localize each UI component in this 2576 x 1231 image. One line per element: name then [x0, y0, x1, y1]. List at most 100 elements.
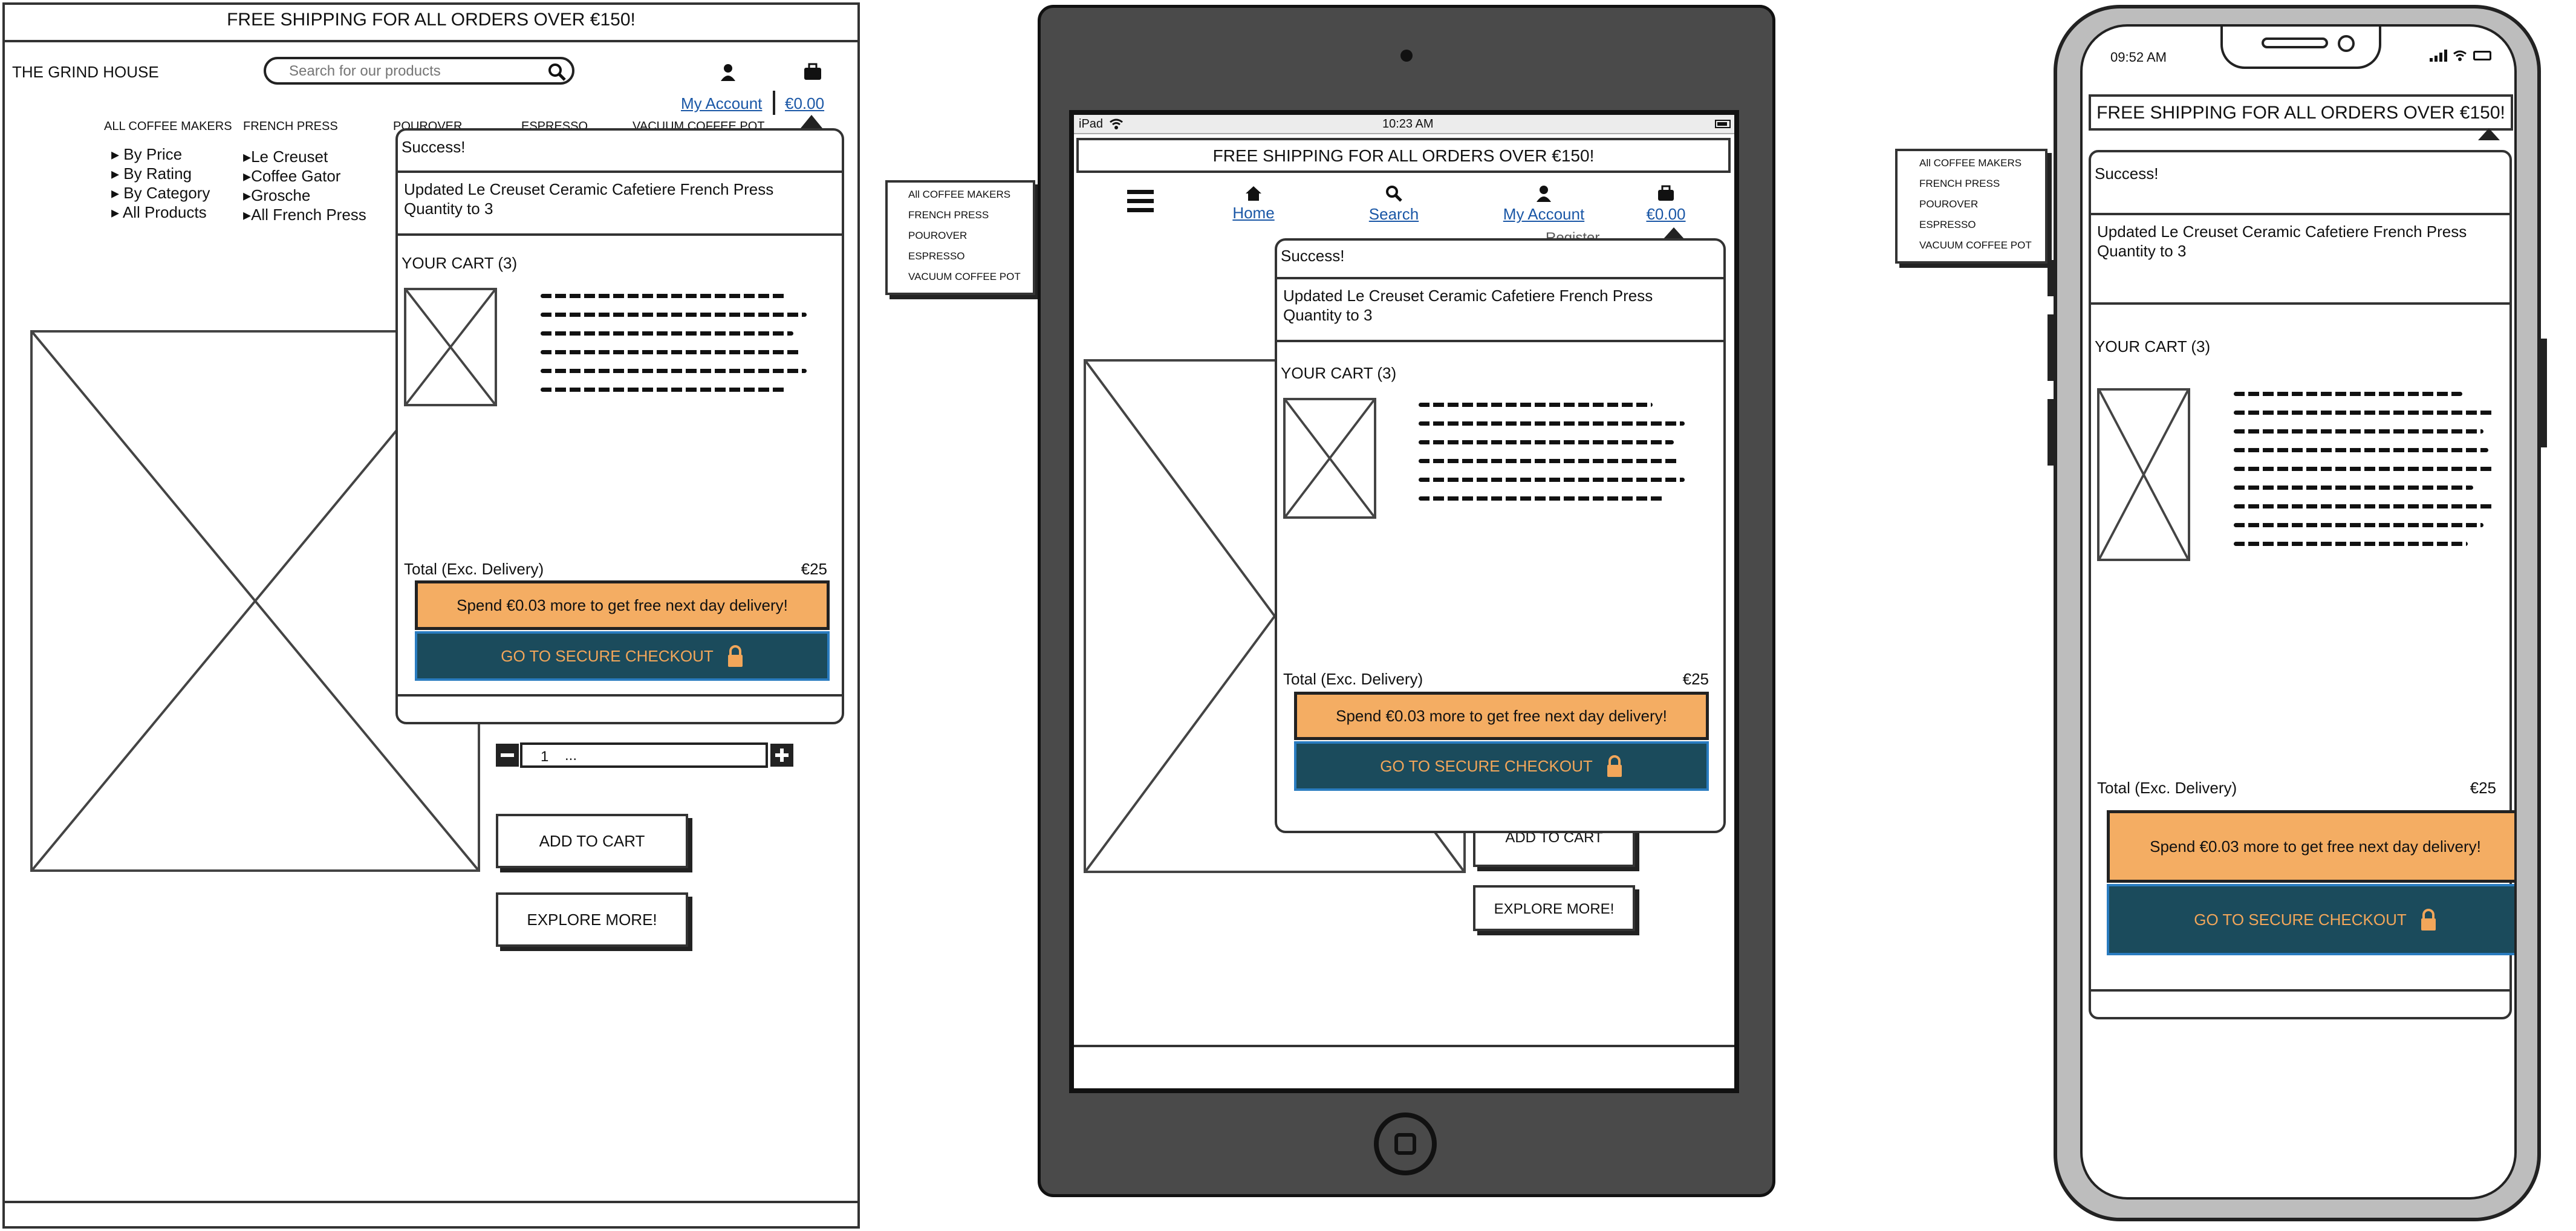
tablet-popup-success: Success! [1281, 247, 1345, 265]
phone-shipping-text: FREE SHIPPING FOR ALL ORDERS OVER €150! [2096, 103, 2505, 123]
tablet-cart-caret-icon [1663, 227, 1685, 239]
phone-side-button [2047, 260, 2055, 296]
popup-update-line2: Quantity to 3 [404, 200, 493, 218]
tablet-nav-cart-label: €0.00 [1646, 205, 1686, 223]
submenu-by-price[interactable]: ▸ By Price [111, 145, 182, 164]
dropdown-item-vacuum[interactable]: VACUUM COFFEE POT [908, 271, 1021, 283]
search-bar[interactable] [264, 57, 574, 85]
phone-popup-total-label: Total (Exc. Delivery) [2097, 779, 2237, 797]
phone-dropdown-item-espresso[interactable]: ESPRESSO [1919, 219, 1976, 231]
phone-coffee-makers-dropdown: All COFFEE MAKERS FRENCH PRESS POUROVER … [1895, 149, 2047, 264]
tablet-camera-icon [1400, 50, 1413, 62]
battery-icon [1715, 120, 1731, 128]
phone-popup-success: Success! [2095, 164, 2159, 183]
tablet-screen: iPad 10:23 AM FREE SHIPPING FOR ALL ORDE… [1069, 110, 1739, 1093]
tablet-nav-cart[interactable]: €0.00 [1639, 185, 1693, 224]
secure-checkout-label: GO TO SECURE CHECKOUT [501, 646, 714, 665]
explore-more-button[interactable]: EXPLORE MORE! [496, 892, 688, 947]
submenu-le-creuset[interactable]: ▸Le Creuset [243, 148, 328, 166]
popup-update-message: Updated Le Creuset Ceramic Cafetiere Fre… [395, 171, 844, 236]
nav-french-press[interactable]: FRENCH PRESS [243, 120, 338, 134]
phone-cart-caret-icon [2478, 128, 2500, 140]
phone-secure-checkout-button[interactable]: GO TO SECURE CHECKOUT [2107, 884, 2514, 955]
search-icon[interactable] [548, 63, 566, 81]
wifi-icon [1109, 119, 1124, 129]
submenu-coffee-gator[interactable]: ▸Coffee Gator [243, 167, 340, 186]
phone-free-delivery-text: Spend €0.03 more to get free next day de… [2150, 837, 2481, 856]
phone-notch [2220, 27, 2381, 69]
phone-dropdown-item-pourover[interactable]: POUROVER [1919, 198, 1978, 210]
quantity-stepper[interactable]: 1 ... [496, 741, 796, 769]
nav-all-coffee-makers[interactable]: ALL COFFEE MAKERS [104, 120, 232, 134]
tablet-status-bar: iPad 10:23 AM [1074, 115, 1734, 134]
tablet-shipping-text: FREE SHIPPING FOR ALL ORDERS OVER €150! [1212, 146, 1595, 165]
tablet-explore-more-button[interactable]: EXPLORE MORE! [1473, 885, 1635, 931]
site-logo[interactable]: THE GRIND HOUSE [12, 63, 159, 82]
user-icon[interactable] [720, 63, 737, 81]
submenu-grosche[interactable]: ▸Grosche [243, 186, 310, 205]
phone-dropdown-item-french-press[interactable]: FRENCH PRESS [1919, 178, 2000, 190]
phone-side-button-3 [2047, 399, 2055, 466]
submenu-by-category[interactable]: ▸ By Category [111, 184, 210, 203]
phone-side-button-2 [2047, 314, 2055, 381]
phone-dropdown-item-all[interactable]: All COFFEE MAKERS [1919, 157, 2021, 169]
tablet-popup-total-label: Total (Exc. Delivery) [1283, 670, 1423, 688]
phone-popup-update-message: Updated Le Creuset Ceramic Cafetiere Fre… [2089, 213, 2512, 305]
tablet-popup-update-message: Updated Le Creuset Ceramic Cafetiere Fre… [1275, 277, 1726, 342]
phone-popup-total-value: €25 [2470, 779, 2496, 797]
phone-status-time: 09:52 AM [2110, 50, 2167, 65]
tablet-popup-update-line2: Quantity to 3 [1283, 306, 1373, 324]
hamburger-menu-icon[interactable] [1127, 190, 1154, 213]
dropdown-item-french-press[interactable]: FRENCH PRESS [908, 209, 989, 221]
explore-more-label: EXPLORE MORE! [527, 911, 657, 929]
quantity-field[interactable]: 1 ... [520, 742, 768, 768]
tablet-nav-home[interactable]: Home [1226, 185, 1281, 222]
free-delivery-text: Spend €0.03 more to get free next day de… [457, 596, 788, 614]
desktop-footer-line [2, 1201, 860, 1203]
submenu-all-products[interactable]: ▸ All Products [111, 203, 207, 222]
desktop-cart-popup: Success! Updated Le Creuset Ceramic Cafe… [395, 128, 844, 724]
my-account-link[interactable]: My Account [681, 94, 762, 113]
tablet-secure-checkout-label: GO TO SECURE CHECKOUT [1380, 756, 1593, 775]
submenu-by-rating[interactable]: ▸ By Rating [111, 164, 192, 183]
phone-cart-item-text-scribble [2234, 392, 2494, 560]
cart-item-image-placeholder [404, 288, 497, 406]
phone-dropdown-item-vacuum[interactable]: VACUUM COFFEE POT [1919, 239, 2032, 252]
tablet-nav-home-label: Home [1232, 204, 1275, 222]
phone-cart-item-image-placeholder [2097, 388, 2190, 561]
tablet-shipping-banner: FREE SHIPPING FOR ALL ORDERS OVER €150! [1076, 138, 1731, 173]
cart-bag-icon[interactable] [803, 63, 822, 81]
tablet-free-delivery-text: Spend €0.03 more to get free next day de… [1336, 706, 1667, 725]
add-to-cart-button[interactable]: ADD TO CART [496, 814, 688, 868]
home-icon [1244, 185, 1263, 201]
tablet-cart-item-image-placeholder [1283, 398, 1376, 519]
tablet-nav-search-label: Search [1368, 205, 1419, 223]
dropdown-item-pourover[interactable]: POUROVER [908, 230, 967, 242]
wifi-icon [2453, 50, 2467, 62]
search-input[interactable] [288, 62, 532, 81]
popup-total-label: Total (Exc. Delivery) [404, 560, 544, 578]
popup-bottom-divider [398, 694, 842, 697]
phone-free-delivery-notice: Spend €0.03 more to get free next day de… [2107, 810, 2514, 883]
phone-popup-update-line2: Quantity to 3 [2097, 242, 2187, 260]
submenu-all-french-press[interactable]: ▸All French Press [243, 206, 366, 224]
tablet-explore-more-label: EXPLORE MORE! [1494, 901, 1615, 917]
lock-icon [2420, 909, 2437, 931]
phone-shipping-banner: FREE SHIPPING FOR ALL ORDERS OVER €150! [2089, 94, 2513, 131]
cart-total-link[interactable]: €0.00 [785, 94, 824, 113]
tablet-secure-checkout-button[interactable]: GO TO SECURE CHECKOUT [1294, 741, 1709, 791]
tablet-nav-account[interactable]: My Account [1498, 185, 1589, 224]
add-to-cart-label: ADD TO CART [539, 832, 645, 850]
plus-icon[interactable] [770, 744, 793, 767]
dropdown-item-all[interactable]: All COFFEE MAKERS [908, 189, 1010, 201]
tablet-nav-search[interactable]: Search [1361, 185, 1427, 224]
quantity-value: 1 [541, 749, 549, 765]
tablet-home-button-icon[interactable] [1374, 1112, 1437, 1175]
tablet-popup-your-cart: YOUR CART (3) [1281, 364, 1397, 382]
tablet-free-delivery-notice: Spend €0.03 more to get free next day de… [1294, 692, 1709, 740]
tablet-footer-line [1074, 1045, 1734, 1047]
secure-checkout-button[interactable]: GO TO SECURE CHECKOUT [415, 631, 830, 681]
account-divider [773, 91, 775, 115]
minus-icon[interactable] [496, 744, 519, 767]
dropdown-item-espresso[interactable]: ESPRESSO [908, 250, 965, 262]
